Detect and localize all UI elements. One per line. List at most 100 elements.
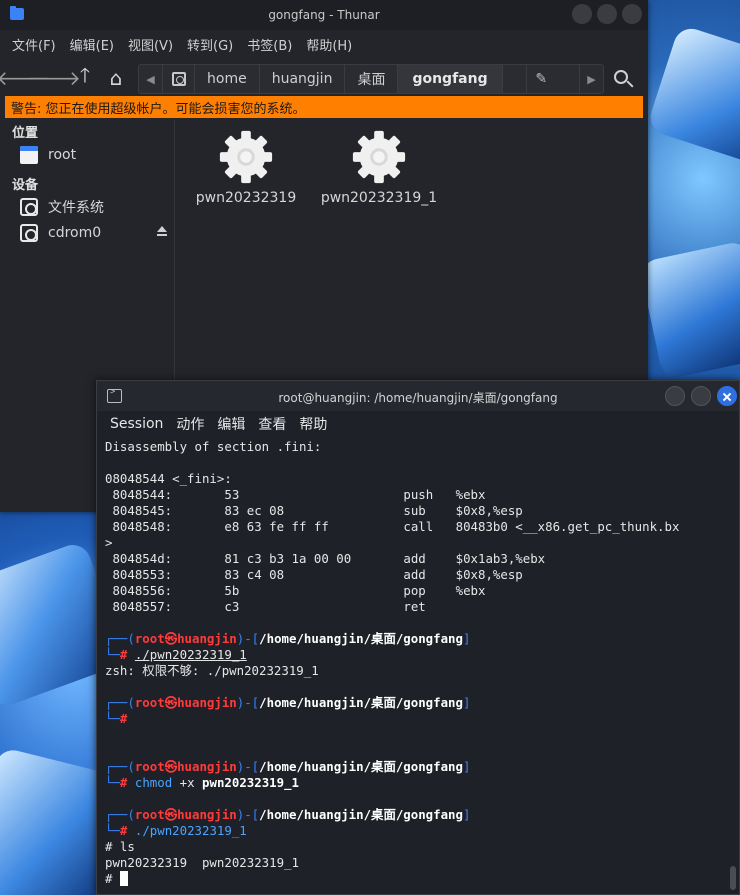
prompt-user: root <box>134 695 165 710</box>
drive-icon <box>20 224 38 242</box>
thunar-titlebar[interactable]: gongfang - Thunar <box>0 0 648 30</box>
disasm-header: Disassembly of section .fini: <box>105 439 322 454</box>
up-arrow-icon[interactable]: 🡑 <box>72 63 98 91</box>
menu-view[interactable]: 查看 <box>253 414 291 434</box>
menu-bookmarks[interactable]: 书签(B) <box>241 35 298 54</box>
executable-gear-icon <box>219 130 273 184</box>
sidebar-item-label: root <box>48 147 77 163</box>
path-root-button[interactable] <box>163 65 195 93</box>
wallpaper-shape <box>645 24 740 166</box>
disasm-line: 804854d: 81 c3 b3 1a 00 00 add $0x1ab3,%… <box>105 551 546 566</box>
prompt-border: └─ <box>105 711 120 726</box>
wallpaper-shape <box>638 239 740 381</box>
sidebar-item-filesystem[interactable]: 文件系统 <box>0 194 174 220</box>
terminal-titlebar[interactable]: root@huangjin: /home/huangjin/桌面/gongfan… <box>97 381 739 411</box>
prompt-border: )-[ <box>236 631 260 646</box>
disasm-line: 8048544: 53 push %ebx <box>105 487 486 502</box>
crumb-desktop[interactable]: 桌面 <box>345 65 399 93</box>
file-item[interactable]: pwn20232319_1 <box>309 128 449 206</box>
eject-icon[interactable] <box>156 226 168 238</box>
command-arg: pwn20232319_1 <box>202 775 300 790</box>
maximize-button[interactable] <box>691 386 711 406</box>
prompt-user: root <box>134 807 165 822</box>
menu-actions[interactable]: 动作 <box>171 414 209 434</box>
command-arg: +x <box>179 775 195 790</box>
prompt-path: /home/huangjin/桌面/gongfang <box>259 695 463 710</box>
prompt-hash: # <box>119 647 128 662</box>
terminal-output[interactable]: Disassembly of section .fini: 08048544 <… <box>105 439 729 894</box>
prompt-border: ] <box>462 807 471 822</box>
disasm-line: 8048545: 83 ec 08 sub $0x8,%esp <box>105 503 523 518</box>
home-icon[interactable]: ⌂ <box>103 65 129 91</box>
prompt-path: /home/huangjin/桌面/gongfang <box>259 759 463 774</box>
terminal-window: root@huangjin: /home/huangjin/桌面/gongfan… <box>96 380 740 895</box>
file-item[interactable]: pwn20232319 <box>176 128 316 206</box>
disasm-line: 8048556: 5b pop %ebx <box>105 583 486 598</box>
prompt-at: ㉿ <box>164 807 178 822</box>
sidebar-item-label: cdrom0 <box>48 225 102 241</box>
menu-edit[interactable]: 编辑 <box>212 414 250 434</box>
disk-icon <box>171 72 186 86</box>
breadcrumb: ◀ home huangjin 桌面 gongfang ✎ ▶ <box>138 64 604 94</box>
executable-gear-icon <box>352 130 406 184</box>
menu-edit[interactable]: 编辑(E) <box>64 35 120 54</box>
minimize-button[interactable] <box>665 386 685 406</box>
prompt-host: huangjin <box>177 631 237 646</box>
menu-session[interactable]: Session <box>105 416 168 432</box>
crumb-home[interactable]: home <box>195 65 260 93</box>
disasm-line: 8048557: c3 ret <box>105 599 426 614</box>
folder-icon <box>20 146 38 164</box>
sidebar-item-label: 文件系统 <box>48 200 104 216</box>
prompt-border: ] <box>462 631 471 646</box>
menu-go[interactable]: 转到(G) <box>181 35 239 54</box>
prompt-hash: # <box>119 775 128 790</box>
prompt-hash: # <box>119 711 128 726</box>
sidebar-item-root[interactable]: root <box>0 142 174 168</box>
close-button[interactable] <box>622 4 642 24</box>
menu-help[interactable]: 帮助 <box>294 414 332 434</box>
minimize-button[interactable] <box>572 4 592 24</box>
close-button[interactable] <box>717 386 737 406</box>
prompt-host: huangjin <box>177 759 237 774</box>
thunar-menubar: 文件(F) 编辑(E) 视图(V) 转到(G) 书签(B) 帮助(H) <box>0 30 648 58</box>
drive-icon <box>20 198 38 216</box>
path-scroll-right-icon[interactable]: ▶ <box>578 65 603 93</box>
prompt-host: huangjin <box>177 807 237 822</box>
path-scroll-left-icon[interactable]: ◀ <box>139 65 163 93</box>
sidebar-item-cdrom[interactable]: cdrom0 <box>0 220 174 246</box>
prompt-border: )-[ <box>236 759 260 774</box>
terminal-menubar: Session 动作 编辑 查看 帮助 <box>97 411 739 437</box>
forward-arrow-icon[interactable]: 🡒 <box>27 65 81 91</box>
prompt-border: )-[ <box>236 695 260 710</box>
root-warning-banner: 警告: 您正在使用超级帐户。可能会损害您的系统。 <box>5 96 643 118</box>
prompt-path: /home/huangjin/桌面/gongfang <box>259 807 463 822</box>
prompt-at: ㉿ <box>164 695 178 710</box>
disasm-line: > <box>105 535 113 550</box>
file-name: pwn20232319 <box>195 190 297 206</box>
prompt-border: )-[ <box>236 807 260 822</box>
prompt-user: root <box>134 631 165 646</box>
prompt-border: └─ <box>105 823 120 838</box>
menu-file[interactable]: 文件(F) <box>6 35 62 54</box>
prompt-border: ] <box>462 759 471 774</box>
maximize-button[interactable] <box>597 4 617 24</box>
menu-view[interactable]: 视图(V) <box>122 35 179 54</box>
terminal-title: root@huangjin: /home/huangjin/桌面/gongfan… <box>278 391 558 405</box>
shell-line: # ls <box>105 839 135 854</box>
prompt-at: ㉿ <box>164 631 178 646</box>
crumb-gongfang[interactable]: gongfang <box>398 65 503 93</box>
file-name: pwn20232319_1 <box>320 190 438 206</box>
window-title: gongfang - Thunar <box>268 8 380 22</box>
crumb-huangjin[interactable]: huangjin <box>260 65 346 93</box>
pencil-icon[interactable]: ✎ <box>525 65 556 93</box>
prompt-border: ┌──( <box>105 631 135 646</box>
prompt-border: ┌──( <box>105 759 135 774</box>
menu-help[interactable]: 帮助(H) <box>300 35 358 54</box>
prompt-border: ] <box>462 695 471 710</box>
command-text: ./pwn20232319_1 <box>134 647 247 662</box>
search-icon[interactable] <box>612 68 636 92</box>
scrollbar-thumb[interactable] <box>730 866 736 890</box>
disasm-func: 08048544 <_fini>: <box>105 471 232 486</box>
command-name: chmod <box>134 775 173 790</box>
prompt-border: ┌──( <box>105 695 135 710</box>
